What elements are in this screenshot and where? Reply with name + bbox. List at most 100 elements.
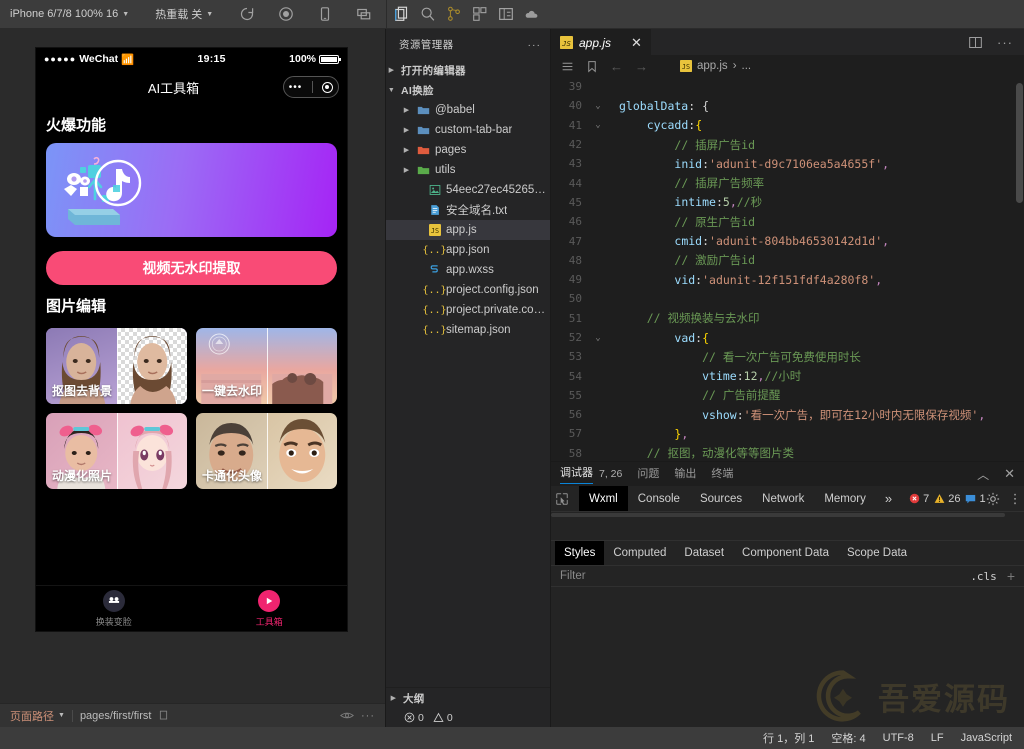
gear-icon[interactable] [986,492,1000,506]
status-bar-item[interactable]: UTF-8 [883,732,914,744]
code-line[interactable]: 50 [551,289,1024,308]
info-badge[interactable]: 1 [965,493,986,505]
warning-badge[interactable]: 26 [934,493,960,505]
phone-preview[interactable]: ●●●●● WeChat 📶 19:15 100% AI工具箱 ••• 火爆功能… [36,48,347,631]
editor-tab-appjs[interactable]: JS app.js ✕ [551,29,651,55]
split-editor-icon[interactable] [968,35,983,50]
section-outline[interactable]: ▶ 大纲 [386,688,550,708]
code-line[interactable]: 46 // 原生广告id [551,212,1024,231]
promo-banner[interactable] [46,143,337,237]
page-path-selector[interactable]: 页面路径 ▼ [10,708,65,724]
section-project-root[interactable]: ▼ AI换脸 [386,80,550,100]
card-cartoon-avatar[interactable]: 卡通化头像 [196,413,337,489]
chevron-right-icon[interactable]: ▶ [401,146,412,154]
device-selector[interactable]: iPhone 6/7/8 100% 16 ▼ [10,8,129,20]
close-icon[interactable]: ✕ [1004,466,1015,482]
status-bar-item[interactable]: LF [931,732,944,744]
extensions-icon[interactable] [471,5,489,23]
card-remove-watermark[interactable]: 一键去水印 [196,328,337,404]
more-options-icon[interactable]: ··· [361,710,375,722]
code-line[interactable]: 47 cmid:'adunit-804bb46530142d1d', [551,231,1024,250]
explorer-problems[interactable]: 0 0 [386,708,550,727]
card-anime-photo[interactable]: 动漫化照片 [46,413,187,489]
add-rule-button[interactable]: + [1007,568,1015,584]
debug-icon[interactable] [497,5,515,23]
code-line[interactable]: 54 vtime:12,//小时 [551,366,1024,385]
code-line[interactable]: 43 inid:'adunit-d9c7106ea5a4655f', [551,154,1024,173]
file-tree-item[interactable]: {..} project.config.json [386,280,550,300]
code-line[interactable]: 58 // 抠图，动漫化等等图片类 [551,444,1024,461]
chevron-right-icon[interactable]: ▶ [401,126,412,134]
chevron-right-icon[interactable]: ▶ [401,106,412,114]
file-tree-item[interactable]: ▶ utils [386,160,550,180]
status-bar-item[interactable]: 空格: 4 [831,730,865,746]
cloud-icon[interactable] [523,5,541,23]
code-line[interactable]: 44 // 插屏广告频率 [551,173,1024,192]
code-line[interactable]: 40 ⌄ globalData: { [551,96,1024,115]
file-tree-item[interactable]: 54eec27ec452651817d... [386,180,550,200]
code-line[interactable]: 41 ⌄ cycadd:{ [551,116,1024,135]
bookmark-icon[interactable] [586,60,598,73]
style-tab-styles[interactable]: Styles [555,541,605,565]
style-tab-scope-data[interactable]: Scope Data [838,541,916,565]
section-open-editors[interactable]: ▶ 打开的编辑器 [386,60,550,80]
hotreload-selector[interactable]: 热重载 关 ▼ [155,6,213,22]
editor-more-icon[interactable]: ··· [997,35,1013,50]
code-line[interactable]: 45 intime:5,//秒 [551,193,1024,212]
code-line[interactable]: 55 // 广告前提醒 [551,386,1024,405]
code-line[interactable]: 39 [551,77,1024,96]
styles-rules-area[interactable] [551,587,1024,727]
explorer-more-icon[interactable]: ··· [528,39,542,51]
close-icon[interactable]: ✕ [631,35,642,51]
style-tab-computed[interactable]: Computed [604,541,675,565]
file-tree-item[interactable]: ▶ @babel [386,100,550,120]
devtools-dom-tree[interactable] [551,512,1024,541]
styles-filter-input[interactable]: Filter [560,570,586,582]
devtools-tab-output[interactable]: 输出 [674,465,696,484]
code-line[interactable]: 42 // 插屏广告id [551,135,1024,154]
devtools-more-icon[interactable]: ⋮ [1009,491,1022,507]
breadcrumb-trail[interactable]: JS app.js › ... [680,60,751,72]
capsule-close-icon[interactable] [322,81,334,93]
list-icon[interactable] [561,60,574,73]
code-line[interactable]: 52 ⌄ vad:{ [551,328,1024,347]
code-editor[interactable]: 39 40 ⌄ globalData: {41 ⌄ cycadd:{42 // 插屏广告… [551,77,1024,461]
file-tree-item[interactable]: app.wxss [386,260,550,280]
fold-chevron-icon[interactable]: ⌄ [591,120,605,130]
mobile-icon[interactable] [317,6,333,22]
collapse-icon[interactable]: ︿ [977,466,989,483]
status-bar-item[interactable]: JavaScript [961,732,1012,744]
devtools-tab-debugger[interactable]: 调试器 [560,464,593,484]
code-line[interactable]: 53 // 看一次广告可免费使用时长 [551,347,1024,366]
file-tree-item[interactable]: JS app.js [386,220,550,240]
style-tab-dataset[interactable]: Dataset [675,541,733,565]
video-watermark-button[interactable]: 视频无水印提取 [46,251,337,285]
explorer-icon[interactable] [393,5,411,23]
code-line[interactable]: 57 }, [551,424,1024,443]
code-line[interactable]: 56 vshow:'看一次广告，即可在12小时内无限保存视频', [551,405,1024,424]
file-tree-item[interactable]: ▶ custom-tab-bar [386,120,550,140]
fold-chevron-icon[interactable]: ⌄ [591,333,605,343]
devtools-overflow-icon[interactable]: » [876,491,901,506]
devtools-tab-sources[interactable]: Sources [690,486,752,511]
file-tree-item[interactable]: 安全域名.txt [386,200,550,220]
wechat-capsule-button[interactable]: ••• [283,76,339,98]
devtools-tab-terminal[interactable]: 终端 [711,465,733,484]
tab-face-swap[interactable]: 换装变脸 [36,586,192,631]
fold-chevron-icon[interactable]: ⌄ [591,101,605,111]
code-line[interactable]: 49 vid:'adunit-12f151fdf4a280f8', [551,270,1024,289]
code-line[interactable]: 51 // 视频换装与去水印 [551,309,1024,328]
card-cutout-background[interactable]: 抠图去背景 [46,328,187,404]
status-bar-item[interactable]: 行 1，列 1 [763,730,814,746]
error-badge[interactable]: 7 [909,493,929,505]
copy-icon[interactable] [158,710,169,721]
devtools-tab-console[interactable]: Console [628,486,690,511]
file-tree-item[interactable]: {..} app.json [386,240,550,260]
inspect-element-icon[interactable] [555,486,569,511]
source-control-icon[interactable] [445,5,463,23]
eye-icon[interactable] [340,710,354,721]
forward-arrow-icon[interactable]: → [635,59,648,74]
devtools-tab-wxml[interactable]: Wxml [579,486,628,511]
back-arrow-icon[interactable]: ← [610,59,623,74]
file-tree-item[interactable]: {..} sitemap.json [386,320,550,340]
